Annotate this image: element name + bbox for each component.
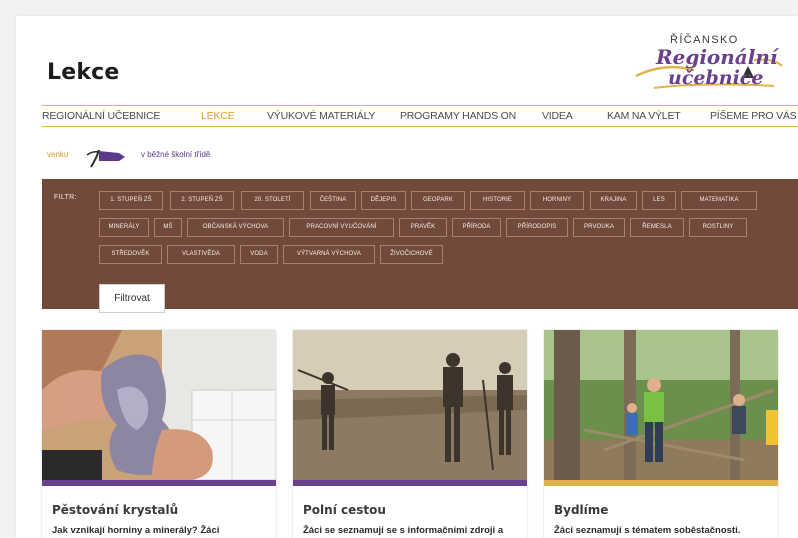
main-nav: REGIONÁLNÍ UČEBNICE LEKCE VÝUKOVÉ MATERI… — [42, 107, 798, 125]
filter-panel: FILTR: 1. STUPEŇ ZŠ 2. STUPEŇ ZŠ 20. STO… — [42, 179, 798, 313]
filter-tag[interactable]: GEOPARK — [411, 191, 465, 210]
lesson-card[interactable]: Pěstování krystalů Jak vznikají horniny … — [42, 330, 276, 538]
filter-tag[interactable]: MATEMATIKA — [681, 191, 757, 210]
card-accent-bar — [42, 480, 276, 486]
filter-tag[interactable]: MŠ — [154, 218, 182, 237]
filter-tag[interactable]: VLASTIVĚDA — [167, 245, 235, 264]
location-toggle[interactable]: venku v běžné školní třídě — [47, 147, 247, 169]
site-logo[interactable]: ŘÍČANSKO Regionální učebnice — [634, 34, 784, 96]
filter-tag[interactable]: PŘÍRODOPIS — [506, 218, 568, 237]
nav-item-lekce[interactable]: LEKCE — [201, 110, 235, 122]
filter-tag[interactable]: ČEŠTINA — [310, 191, 356, 210]
filter-tag[interactable]: ŽIVOČICHOVÉ — [380, 245, 443, 264]
filter-tag[interactable]: ŘEMESLA — [630, 218, 684, 237]
logo-text-middle: Regionální — [656, 45, 778, 69]
card-accent-bar — [544, 480, 778, 486]
filter-tag[interactable]: PRACOVNÍ VYUČOVÁNÍ — [289, 218, 394, 237]
card-title[interactable]: Bydlíme — [554, 503, 608, 517]
lesson-card[interactable]: Polní cestou Žáci se seznamují se s info… — [293, 330, 527, 538]
filter-tag[interactable]: HISTORIE — [470, 191, 525, 210]
card-text: Žáci se seznamují se s informačními zdro… — [303, 525, 504, 536]
filter-tag[interactable]: ROSTLINY — [689, 218, 747, 237]
signpost-toggle-icon[interactable] — [85, 147, 127, 169]
filter-tag[interactable]: VODA — [240, 245, 278, 264]
nav-item-vyukove-materialy[interactable]: VÝUKOVÉ MATERIÁLY — [267, 110, 375, 122]
card-text: Žáci seznamují s tématem soběstačnosti. — [554, 525, 741, 536]
filter-tag[interactable]: 2. STUPEŇ ZŠ — [170, 191, 234, 210]
page: Lekce ŘÍČANSKO Regionální učebnice REGIO… — [16, 16, 798, 538]
children-forest-photo[interactable] — [544, 330, 778, 480]
filter-tag[interactable]: PRVOUKA — [573, 218, 625, 237]
card-text: Jak vznikají horniny a minerály? Žáci — [52, 525, 220, 536]
filter-tag[interactable]: 1. STUPEŇ ZŠ — [99, 191, 163, 210]
filter-tag[interactable]: DĚJEPIS — [361, 191, 406, 210]
toggle-label-trida[interactable]: v běžné školní třídě — [141, 150, 210, 159]
nav-item-regionalni-ucebnice[interactable]: REGIONÁLNÍ UČEBNICE — [42, 110, 160, 122]
filter-tag[interactable]: LES — [642, 191, 676, 210]
nav-item-videa[interactable]: VIDEA — [542, 110, 573, 122]
filter-tag[interactable]: VÝTVARNÁ VÝCHOVA — [283, 245, 375, 264]
historic-field-photo[interactable] — [293, 330, 527, 480]
nav-divider-top — [42, 105, 798, 106]
toggle-label-venku[interactable]: venku — [47, 150, 68, 159]
logo-text-bottom: učebnice — [668, 67, 764, 89]
nav-item-kam-na-vylet[interactable]: KAM NA VÝLET — [607, 110, 681, 122]
filter-tag[interactable]: MINERÁLY — [99, 218, 149, 237]
filter-tag[interactable]: PRAVĚK — [399, 218, 447, 237]
filter-submit-button[interactable]: Filtrovat — [99, 284, 165, 313]
card-title[interactable]: Polní cestou — [303, 503, 386, 517]
nav-item-programy-hands-on[interactable]: PROGRAMY HANDS ON — [400, 110, 516, 122]
nav-divider-bottom — [42, 126, 798, 127]
filter-tag[interactable]: HORNINY — [530, 191, 584, 210]
filter-tag[interactable]: KRAJINA — [590, 191, 637, 210]
filter-label: FILTR: — [54, 194, 77, 201]
card-accent-bar — [293, 480, 527, 486]
filter-tag[interactable]: 20. STOLETÍ — [241, 191, 304, 210]
crystal-photo[interactable] — [42, 330, 276, 480]
filter-tag[interactable]: STŘEDOVĚK — [99, 245, 162, 264]
lesson-card[interactable]: Bydlíme Žáci seznamují s tématem soběsta… — [544, 330, 778, 538]
nav-item-piseme-pro-vas[interactable]: PÍŠEME PRO VÁS — [710, 110, 797, 122]
filter-tag[interactable]: PŘÍRODA — [452, 218, 501, 237]
card-title[interactable]: Pěstování krystalů — [52, 503, 178, 517]
filter-tag[interactable]: OBČANSKÁ VÝCHOVA — [187, 218, 284, 237]
page-title: Lekce — [47, 60, 120, 85]
